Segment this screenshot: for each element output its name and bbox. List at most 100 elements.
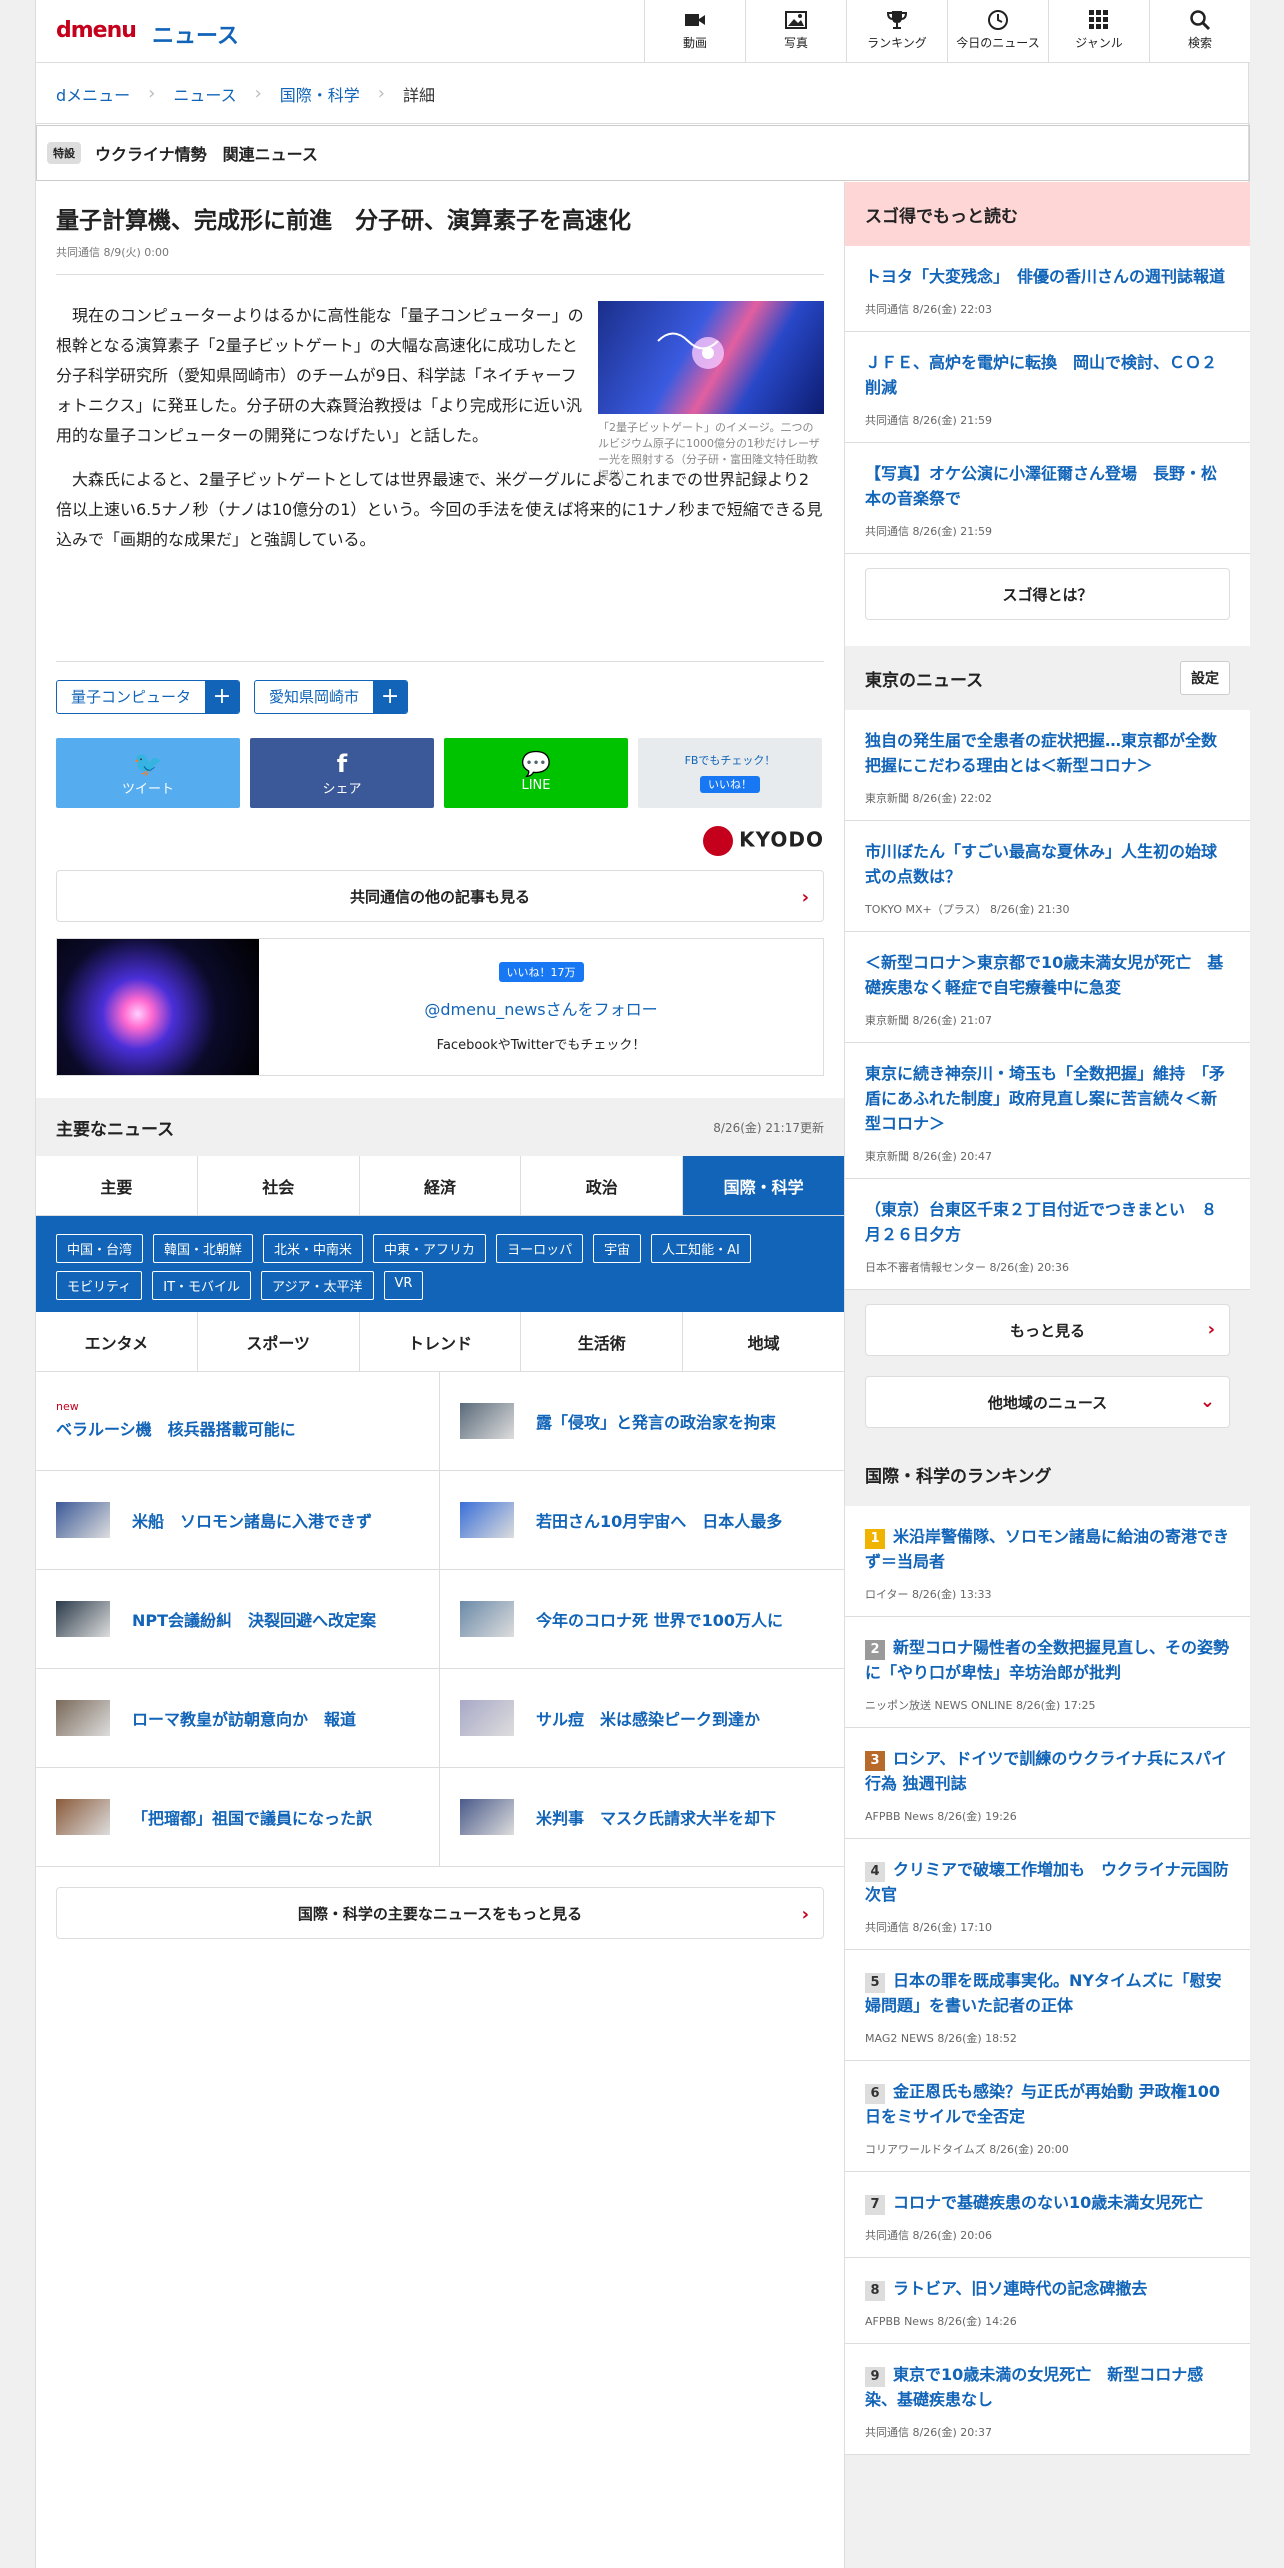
news-item[interactable]: 「把瑠都」祖国で議員になった訳 bbox=[36, 1768, 440, 1867]
ranking-item[interactable]: 9 東京で10歳未満の女児死亡 新型コロナ感染、基礎疾患なし 共同通信 8/26(金… bbox=[845, 2344, 1250, 2455]
ranking-item[interactable]: 2 新型コロナ陽性者の全数把握見直し、その姿勢に「やり口が卑怯」辛坊治郎が批判 ニッ… bbox=[845, 1617, 1250, 1728]
side-news-title: 1 米沿岸警備隊、ソロモン諸島に給油の寄港できず＝当局者 bbox=[865, 1524, 1230, 1574]
news-item[interactable]: 若田さん10月宇宙へ 日本人最多 bbox=[440, 1471, 844, 1570]
news-item[interactable]: 今年のコロナ死 世界で100万人に bbox=[440, 1570, 844, 1669]
more-major-button[interactable]: 国際・科学の主要なニュースをもっと見る › bbox=[56, 1887, 824, 1939]
side-news-item[interactable]: ＪＦＥ、高炉を電炉に転換 岡山で検討、ＣＯ２削減 共同通信 8/26(金) 21:… bbox=[845, 332, 1250, 443]
side-news-text: 市川ぼたん「すごい最高な夏休み」人生初の始球式の点数は？ bbox=[865, 842, 1218, 886]
news-item[interactable]: 米船 ソロモン諸島に入港できず bbox=[36, 1471, 440, 1570]
subcategory-tag[interactable]: 中国・台湾 bbox=[56, 1234, 144, 1263]
tab-4[interactable]: 地域 bbox=[683, 1312, 844, 1371]
side-news-title: 4 クリミアで破壊工作増加も ウクライナ元国防次官 bbox=[865, 1857, 1230, 1907]
topic-tag[interactable]: 愛知県岡崎市 + bbox=[254, 680, 409, 714]
side-news-title: （東京）台東区千束２丁目付近でつきまとい ８月２６日夕方 bbox=[865, 1197, 1230, 1247]
follow-handle[interactable]: @dmenu_newsさんをフォロー bbox=[259, 996, 823, 1020]
ranking-item[interactable]: 1 米沿岸警備隊、ソロモン諸島に給油の寄港できず＝当局者 ロイター 8/26(金) … bbox=[845, 1506, 1250, 1617]
other-region-wrap: 他地域のニュース ⌄ bbox=[845, 1362, 1250, 1442]
subcategory-tag[interactable]: 中東・アフリカ bbox=[373, 1234, 487, 1263]
tag-label: 愛知県岡崎市 bbox=[269, 688, 360, 706]
line-label: LINE bbox=[521, 778, 551, 793]
tweet-button[interactable]: 🐦 ツイート bbox=[56, 738, 240, 808]
topic-tag[interactable]: 量子コンピュータ + bbox=[56, 680, 241, 714]
more-kyodo-button[interactable]: 共同通信の他の記事も見る › bbox=[56, 870, 824, 922]
image-caption: 「2量子ビットゲート」のイメージ。二つのルビジウム原子に1000億分の1秒だけレ… bbox=[598, 421, 820, 482]
news-item[interactable]: サル痘 米は感染ピーク到達か bbox=[440, 1669, 844, 1768]
nav-video[interactable]: 動画 bbox=[644, 0, 745, 62]
news-item[interactable]: 米判事 マスク氏請求大半を却下 bbox=[440, 1768, 844, 1867]
side-news-meta: AFPBB News 8/26(金) 14:26 bbox=[865, 2315, 1017, 2328]
other-region-button[interactable]: 他地域のニュース ⌄ bbox=[865, 1376, 1230, 1428]
tab-2[interactable]: トレンド bbox=[360, 1312, 522, 1371]
news-item[interactable]: 露「侵攻」と発言の政治家を拘束 bbox=[440, 1372, 844, 1471]
breadcrumb-item[interactable]: ニュース bbox=[173, 82, 236, 106]
article-figure[interactable]: 「2量子ビットゲート」のイメージ。二つのルビジウム原子に1000億分の1秒だけレ… bbox=[598, 301, 824, 484]
side-news-item[interactable]: 【写真】オケ公演に小澤征爾さん登場 長野・松本の音楽祭で 共同通信 8/26(金)… bbox=[845, 443, 1250, 554]
follow-box[interactable]: いいね！17万 @dmenu_newsさんをフォロー FacebookやTwit… bbox=[56, 938, 824, 1076]
tab-0[interactable]: 主要 bbox=[36, 1156, 198, 1215]
tab-1[interactable]: 社会 bbox=[198, 1156, 360, 1215]
side-news-text: 金正恩氏も感染？与正氏が再始動 尹政権100日をミサイルで全否定 bbox=[865, 2082, 1220, 2126]
tweet-label: ツイート bbox=[121, 782, 174, 797]
side-news-item[interactable]: （東京）台東区千束２丁目付近でつきまとい ８月２６日夕方 日本不審者情報センター … bbox=[845, 1179, 1250, 1290]
subcategory-tag[interactable]: モビリティ bbox=[56, 1271, 143, 1300]
subcategory-tag[interactable]: アジア・太平洋 bbox=[261, 1271, 374, 1300]
breadcrumb-item[interactable]: dメニュー bbox=[56, 82, 130, 106]
nav-search[interactable]: 検索 bbox=[1149, 0, 1250, 62]
special-badge: 特設 bbox=[47, 142, 81, 164]
news-item[interactable]: new ベラルーシ機 核兵器搭載可能に bbox=[36, 1372, 440, 1471]
fb-like-button[interactable]: いいね！ bbox=[700, 776, 760, 793]
nav-trophy[interactable]: ランキング bbox=[846, 0, 947, 62]
side-news-item[interactable]: 東京に続き神奈川・埼玉も「全数把握」維持 「矛盾にあふれた制度」政府見直し案に苦… bbox=[845, 1043, 1250, 1179]
ranking-item[interactable]: 3 ロシア、ドイツで訓練のウクライナ兵にスパイ行為 独週刊誌 AFPBB News … bbox=[845, 1728, 1250, 1839]
subcategory-tag[interactable]: 宇宙 bbox=[593, 1234, 642, 1263]
side-news-item[interactable]: ＜新型コロナ＞東京都で10歳未満女児が死亡 基礎疾患なく軽症で自宅療養中に急変東… bbox=[845, 932, 1250, 1043]
more-button[interactable]: もっと見る › bbox=[865, 1304, 1230, 1356]
side-news-title: 独自の発生届で全患者の症状把握…東京都が全数把握にこだわる理由とは＜新型コロナ＞ bbox=[865, 728, 1230, 778]
tab-4[interactable]: 国際・科学 bbox=[683, 1156, 844, 1215]
news-title: NPT会議紛糾 決裂回避へ改定案 bbox=[132, 1611, 377, 1630]
tab-2[interactable]: 経済 bbox=[360, 1156, 522, 1215]
tab-3[interactable]: 生活術 bbox=[521, 1312, 684, 1371]
trophy-icon bbox=[847, 8, 947, 32]
ranking-item[interactable]: 8 ラトビア、旧ソ連時代の記念碑撤去 AFPBB News 8/26(金) 14:2… bbox=[845, 2258, 1250, 2344]
breadcrumb-item[interactable]: 国際・科学 bbox=[280, 82, 360, 106]
nav-photo[interactable]: 写真 bbox=[745, 0, 846, 62]
facebook-share-button[interactable]: f シェア bbox=[250, 738, 434, 808]
news-item[interactable]: ローマ教皇が訪朝意向か 報道 bbox=[36, 1669, 440, 1768]
news-title: 米判事 マスク氏請求大半を却下 bbox=[536, 1809, 777, 1828]
ranking-item[interactable]: 7 コロナで基礎疾患のない10歳未満女児死亡 共同通信 8/26(金) 20:06 bbox=[845, 2172, 1250, 2258]
ranking-item[interactable]: 5 日本の罪を既成事実化。NYタイムズに「慰安婦問題」を書いた記者の正体 MAG2 … bbox=[845, 1950, 1250, 2061]
subcategory-tag[interactable]: 韓国・北朝鮮 bbox=[153, 1234, 254, 1263]
sugotoku-about-button[interactable]: スゴ得とは？ bbox=[865, 568, 1230, 620]
side-news-item[interactable]: 独自の発生届で全患者の症状把握…東京都が全数把握にこだわる理由とは＜新型コロナ＞… bbox=[845, 710, 1250, 821]
article-title: 量子計算機、完成形に前進 分子研、演算素子を高速化 bbox=[56, 208, 631, 234]
dmenu-logo[interactable]: dmenu bbox=[56, 18, 137, 43]
chevron-right-icon: › bbox=[148, 83, 156, 104]
news-item[interactable]: NPT会議紛糾 決裂回避へ改定案 bbox=[36, 1570, 440, 1669]
tab-1[interactable]: スポーツ bbox=[198, 1312, 360, 1371]
rank-badge: 7 bbox=[865, 2195, 885, 2215]
subcategory-tag[interactable]: 北米・中南米 bbox=[263, 1234, 364, 1263]
ranking-item[interactable]: 4 クリミアで破壊工作増加も ウクライナ元国防次官 共同通信 8/26(金) 17:… bbox=[845, 1839, 1250, 1950]
subcategory-tag[interactable]: 人工知能・AI bbox=[651, 1234, 751, 1263]
side-news-meta: TOKYO MX+（プラス） 8/26(金) 21:30 bbox=[865, 903, 1070, 916]
ranking-item[interactable]: 6 金正恩氏も感染？与正氏が再始動 尹政権100日をミサイルで全否定 コリアワールド… bbox=[845, 2061, 1250, 2172]
article-image[interactable] bbox=[598, 301, 824, 414]
tab-0[interactable]: エンタメ bbox=[36, 1312, 198, 1371]
chevron-right-icon: › bbox=[801, 887, 809, 908]
topic-tags: 量子コンピュータ + 愛知県岡崎市 + bbox=[56, 680, 824, 714]
site-title[interactable]: ニュース bbox=[152, 18, 239, 50]
side-news-item[interactable]: トヨタ「大変残念」 俳優の香川さんの週刊誌報道 共同通信 8/26(金) 22:0… bbox=[845, 246, 1250, 332]
tab-3[interactable]: 政治 bbox=[521, 1156, 684, 1215]
nav-clock[interactable]: 今日のニュース bbox=[947, 0, 1048, 62]
subcategory-tag[interactable]: IT・モバイル bbox=[152, 1271, 252, 1300]
special-banner[interactable]: 特設 ウクライナ情勢 関連ニュース bbox=[36, 125, 1250, 181]
settings-button[interactable]: 設定 bbox=[1180, 661, 1230, 695]
side-news-item[interactable]: 市川ぼたん「すごい最高な夏休み」人生初の始球式の点数は？ TOKYO MX+（プラ… bbox=[845, 821, 1250, 932]
fb-like-count[interactable]: いいね！17万 bbox=[498, 962, 584, 982]
subcategory-tag[interactable]: ヨーロッパ bbox=[496, 1234, 584, 1263]
line-button[interactable]: 💬 LINE bbox=[444, 738, 628, 808]
subcategory-tag[interactable]: VR bbox=[383, 1271, 424, 1300]
tag-label: 量子コンピュータ bbox=[71, 688, 192, 706]
nav-grid[interactable]: ジャンル bbox=[1048, 0, 1149, 62]
